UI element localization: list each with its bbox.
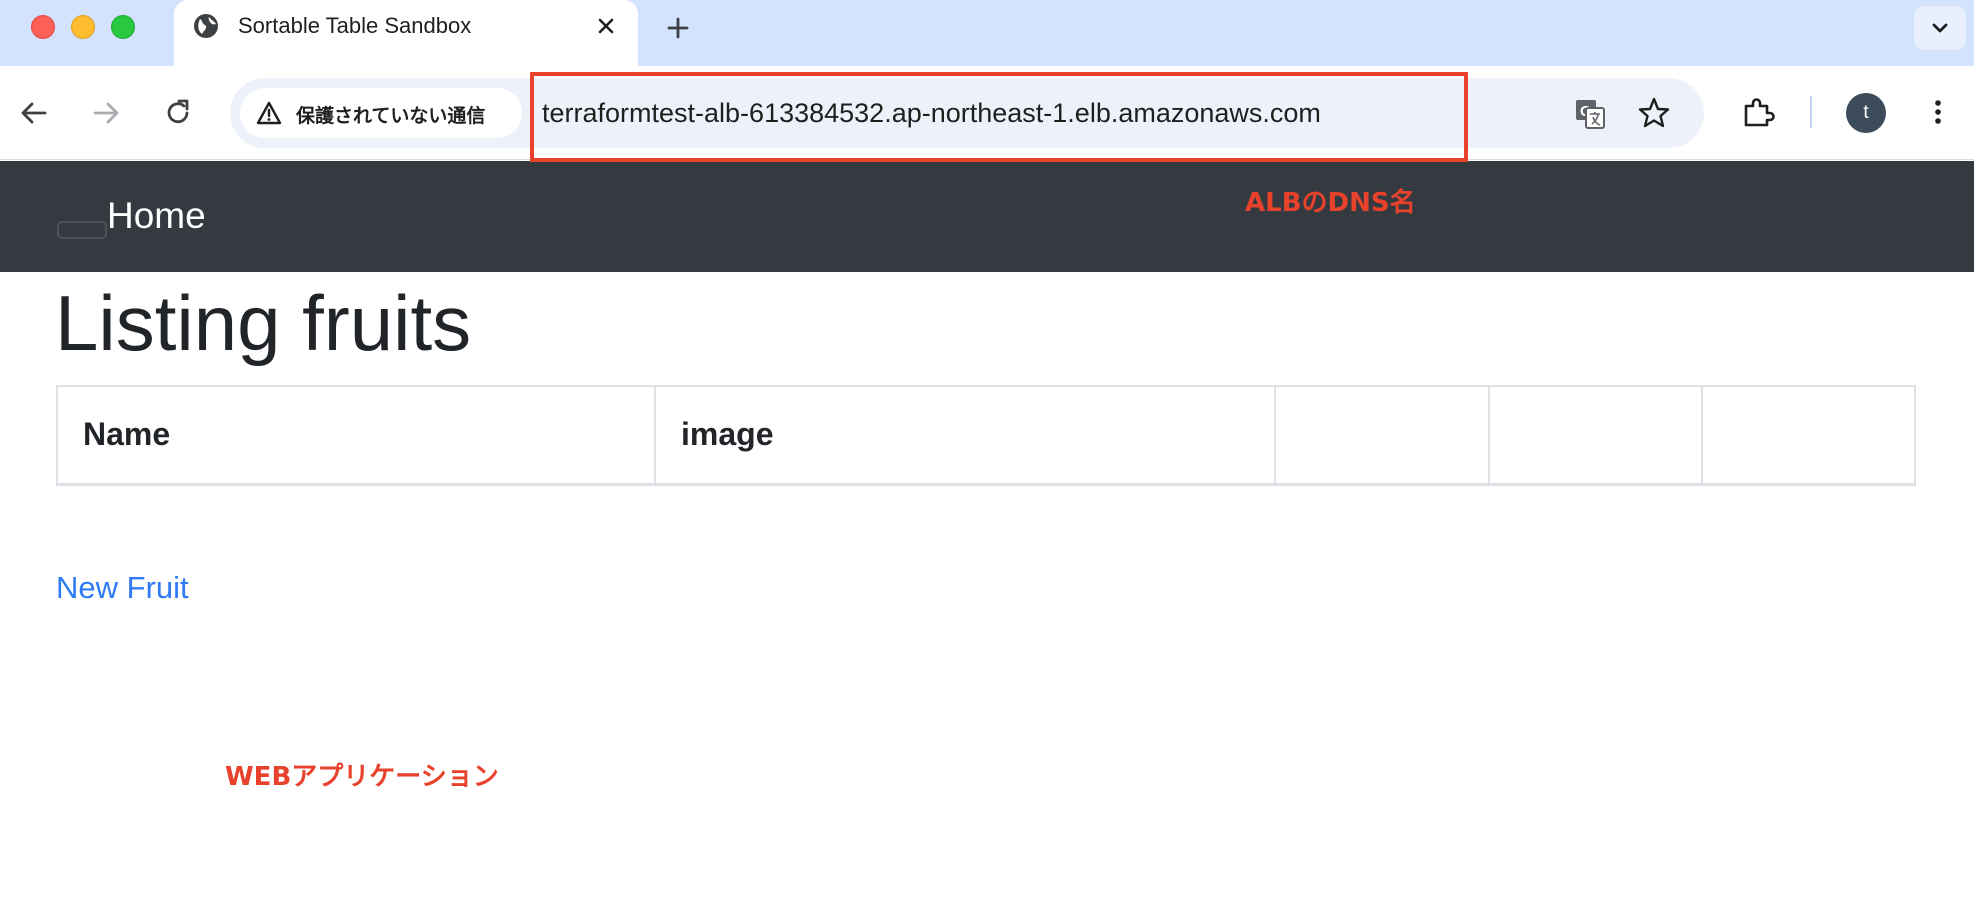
toolbar-divider <box>1810 96 1812 128</box>
annotation-web-app: WEBアプリケーション <box>225 762 499 792</box>
back-arrow-icon[interactable] <box>16 95 52 131</box>
translate-icon[interactable]: G <box>1572 96 1608 132</box>
tab-strip: Sortable Table Sandbox <box>0 0 1974 66</box>
column-header-empty <box>1488 385 1703 486</box>
column-header-empty <box>1701 385 1916 486</box>
star-icon[interactable] <box>1636 95 1672 131</box>
table-header-row: Name image <box>56 385 1916 486</box>
url-highlight-box <box>530 72 1468 162</box>
column-header-image[interactable]: image <box>654 385 1276 486</box>
close-icon[interactable] <box>592 12 620 40</box>
tab-title: Sortable Table Sandbox <box>238 13 472 38</box>
reload-icon[interactable] <box>160 95 196 131</box>
new-fruit-link[interactable]: New Fruit <box>56 570 189 606</box>
window-minimize-button[interactable] <box>71 15 95 39</box>
window-zoom-button[interactable] <box>111 15 135 39</box>
navbar-toggler-button[interactable] <box>57 221 107 239</box>
tab-search-button[interactable] <box>1914 6 1966 50</box>
column-header-empty <box>1274 385 1490 486</box>
chevron-down-icon <box>1932 23 1948 33</box>
security-label: 保護されていない通信 <box>296 105 486 127</box>
more-vertical-icon[interactable] <box>1920 94 1956 130</box>
annotation-alb-dns: ALBのDNS名 <box>1245 188 1416 218</box>
navbar: Home <box>0 161 1974 272</box>
column-header-name[interactable]: Name <box>56 385 656 486</box>
avatar[interactable]: t <box>1846 93 1886 133</box>
globe-icon <box>194 14 218 38</box>
navbar-brand-home[interactable]: Home <box>107 195 206 237</box>
page-title: Listing fruits <box>55 279 472 367</box>
browser-tab[interactable]: Sortable Table Sandbox <box>174 0 638 66</box>
plus-icon[interactable] <box>660 10 696 46</box>
extensions-icon[interactable] <box>1740 94 1776 130</box>
security-indicator[interactable]: 保護されていない通信 <box>240 88 522 138</box>
fruits-table: Name image <box>56 385 1916 486</box>
warning-icon <box>256 101 282 125</box>
forward-arrow-icon[interactable] <box>88 95 124 131</box>
window-close-button[interactable] <box>31 15 55 39</box>
